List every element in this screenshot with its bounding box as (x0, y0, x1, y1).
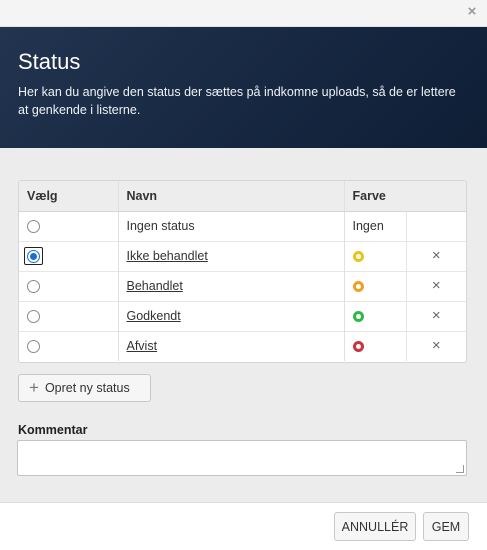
table-header-row: Vælg Navn Farve (19, 181, 466, 212)
close-icon[interactable]: × (465, 4, 479, 20)
dialog-header: Status Her kan du angive den status der … (0, 27, 487, 148)
status-color-dot (352, 281, 364, 293)
plus-icon: + (29, 378, 39, 397)
page-description: Her kan du angive den status der sættes … (18, 85, 456, 117)
comment-label: Kommentar (18, 423, 88, 437)
column-header-select: Vælg (19, 181, 118, 212)
delete-icon[interactable]: × (432, 337, 441, 354)
dialog-footer: ANNULLÉR GEM (0, 502, 487, 550)
comment-textarea[interactable] (17, 440, 467, 476)
status-radio[interactable] (27, 220, 40, 234)
column-header-name: Navn (117, 181, 344, 212)
table-row: Afvist × (19, 330, 466, 361)
dialog-body: Vælg Navn Farve Ingen status Ingen Ikke … (0, 148, 487, 502)
status-name-link[interactable]: Afvist (127, 339, 158, 353)
dialog-titlebar: × (0, 0, 487, 27)
status-radio-selected[interactable] (27, 250, 40, 264)
status-name-link[interactable]: Ikke behandlet (127, 249, 208, 263)
create-status-label: Opret ny status (44, 381, 130, 395)
delete-icon[interactable]: × (432, 307, 441, 324)
resize-handle[interactable] (456, 465, 464, 473)
status-color-label: Ingen (343, 211, 406, 241)
save-button[interactable]: GEM (423, 512, 469, 541)
status-color-dot (352, 311, 364, 323)
cancel-button[interactable]: ANNULLÉR (334, 512, 416, 541)
status-name-link[interactable]: Godkendt (127, 309, 181, 323)
delete-icon[interactable]: × (432, 277, 441, 294)
status-radio[interactable] (27, 340, 40, 354)
status-color-dot (352, 251, 364, 263)
status-color-dot (352, 341, 364, 353)
page-title: Status (18, 49, 81, 74)
table-row: Ingen status Ingen (19, 211, 466, 241)
delete-icon[interactable]: × (432, 247, 441, 264)
create-status-button[interactable]: + Opret ny status (18, 374, 151, 402)
status-radio[interactable] (27, 310, 40, 324)
status-table: Vælg Navn Farve Ingen status Ingen Ikke … (18, 180, 467, 363)
status-radio[interactable] (27, 280, 40, 294)
table-row: Ikke behandlet × (19, 240, 466, 271)
status-name-link[interactable]: Behandlet (127, 279, 183, 293)
status-name: Ingen status (117, 211, 344, 241)
table-row: Godkendt × (19, 300, 466, 331)
column-header-color: Farve (343, 181, 466, 212)
table-row: Behandlet × (19, 270, 466, 301)
